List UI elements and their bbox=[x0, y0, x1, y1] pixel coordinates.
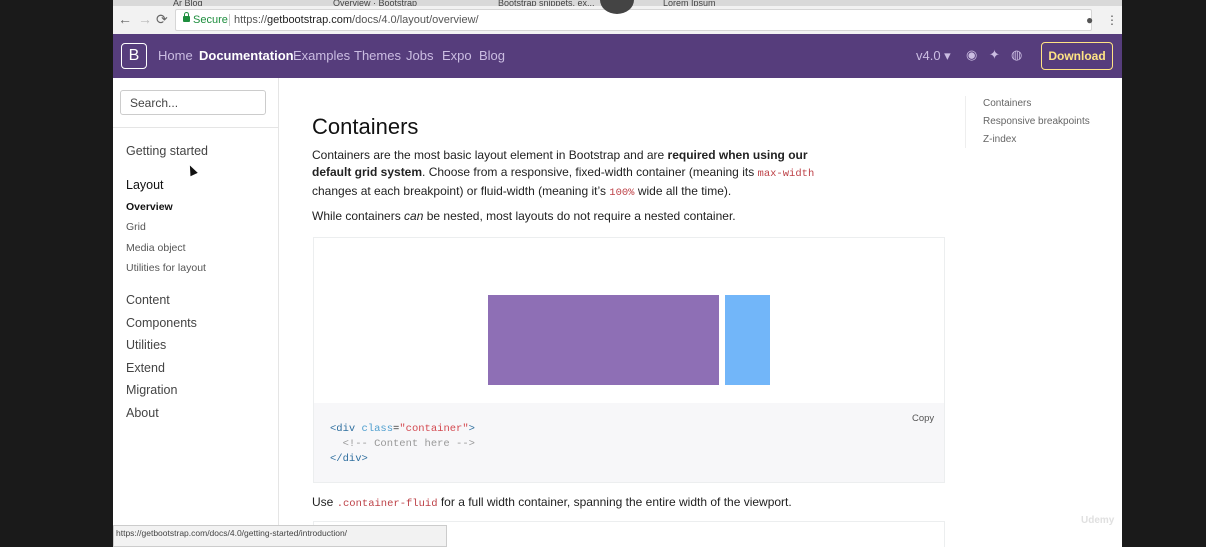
mouse-cursor-icon bbox=[186, 163, 198, 177]
sidebar-item-content[interactable]: Content bbox=[126, 293, 170, 307]
nav-jobs[interactable]: Jobs bbox=[406, 48, 433, 64]
sidebar-item-getting-started[interactable]: Getting started bbox=[126, 144, 208, 158]
code-text: <div class="container"> <!-- Content her… bbox=[330, 423, 475, 465]
back-icon[interactable]: ← bbox=[118, 11, 132, 27]
sidebar-subitem-media-object[interactable]: Media object bbox=[126, 242, 186, 254]
nav-examples[interactable]: Examples bbox=[293, 48, 350, 64]
container-example-box bbox=[488, 295, 719, 385]
divider bbox=[113, 127, 278, 128]
toc-link-containers[interactable]: Containers bbox=[983, 98, 1031, 109]
extension-icon[interactable]: ● bbox=[1086, 13, 1093, 27]
nav-themes[interactable]: Themes bbox=[354, 48, 401, 64]
forward-icon[interactable]: → bbox=[138, 11, 152, 27]
inline-code: .container-fluid bbox=[336, 498, 438, 510]
bootstrap-logo[interactable]: B bbox=[121, 43, 147, 69]
copy-button[interactable]: Copy bbox=[912, 413, 934, 424]
bootstrap-navbar: B Home Documentation Examples Themes Job… bbox=[113, 34, 1122, 78]
slack-icon[interactable]: ◍ bbox=[1011, 47, 1022, 63]
toc-link-z-index[interactable]: Z-index bbox=[983, 134, 1016, 145]
nav-blog[interactable]: Blog bbox=[479, 48, 505, 64]
twitter-icon[interactable]: ✦ bbox=[989, 47, 1000, 63]
docs-sidebar: Getting started Layout Overview Grid Med… bbox=[113, 78, 279, 547]
sidebar-subitem-grid[interactable]: Grid bbox=[126, 221, 146, 233]
version-dropdown[interactable]: v4.0 ▾ bbox=[916, 48, 951, 64]
sidebar-item-utilities[interactable]: Utilities bbox=[126, 338, 166, 352]
nav-home[interactable]: Home bbox=[158, 48, 193, 64]
inline-code: 100% bbox=[609, 187, 635, 199]
nested-paragraph: While containers can be nested, most lay… bbox=[312, 209, 736, 223]
address-bar[interactable]: Secure https://getbootstrap.com/docs/4.0… bbox=[175, 9, 1092, 31]
fluid-paragraph: Use .container-fluid for a full width co… bbox=[312, 495, 792, 510]
side-example-box bbox=[725, 295, 770, 385]
url-text[interactable]: https://getbootstrap.com/docs/4.0/layout… bbox=[234, 10, 479, 30]
code-snippet: Copy <div class="container"> <!-- Conten… bbox=[314, 403, 944, 482]
sidebar-subitem-overview[interactable]: Overview bbox=[126, 201, 173, 213]
sidebar-subitem-utilities-for-layout[interactable]: Utilities for layout bbox=[126, 262, 206, 274]
github-icon[interactable]: ◉ bbox=[966, 47, 977, 63]
sidebar-item-migration[interactable]: Migration bbox=[126, 383, 177, 397]
sidebar-item-components[interactable]: Components bbox=[126, 316, 197, 330]
status-bar-url: https://getbootstrap.com/docs/4.0/gettin… bbox=[113, 525, 447, 547]
divider bbox=[229, 14, 230, 26]
download-button[interactable]: Download bbox=[1041, 42, 1113, 70]
intro-paragraph: Containers are the most basic layout ele… bbox=[312, 148, 815, 199]
sidebar-item-extend[interactable]: Extend bbox=[126, 361, 165, 375]
nav-documentation[interactable]: Documentation bbox=[199, 48, 294, 64]
example-block: Copy <div class="container"> <!-- Conten… bbox=[313, 237, 945, 483]
lock-icon bbox=[183, 12, 190, 22]
toc-divider bbox=[965, 96, 966, 148]
reload-icon[interactable]: ⟳ bbox=[156, 11, 168, 27]
search-input[interactable] bbox=[120, 90, 266, 115]
secure-label: Secure bbox=[193, 14, 228, 26]
nav-expo[interactable]: Expo bbox=[442, 48, 472, 64]
browser-window: Ar Blog Overview · Bootstrap Bootstrap s… bbox=[113, 0, 1122, 547]
inline-code: max-width bbox=[757, 168, 815, 180]
sidebar-item-layout[interactable]: Layout bbox=[126, 178, 164, 192]
page-title: Containers bbox=[312, 114, 419, 139]
toc-link-responsive-breakpoints[interactable]: Responsive breakpoints bbox=[983, 116, 1090, 127]
watermark: Udemy bbox=[1081, 515, 1115, 526]
sidebar-item-about[interactable]: About bbox=[126, 406, 159, 420]
menu-kebab-icon[interactable]: ⋮ bbox=[1106, 13, 1118, 27]
